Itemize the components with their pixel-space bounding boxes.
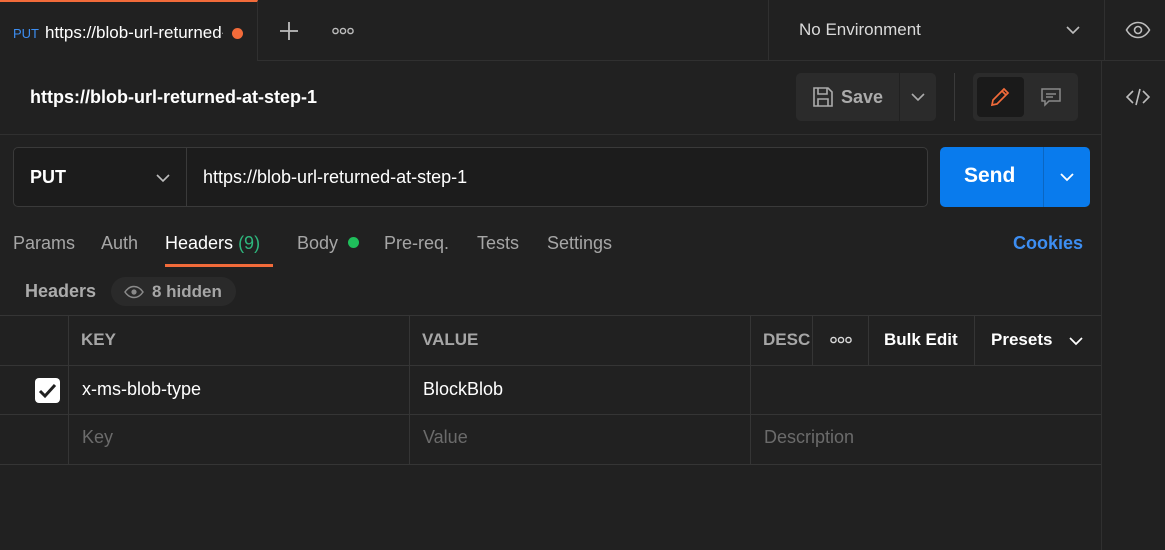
header-key-cell[interactable]: x-ms-blob-type bbox=[82, 379, 201, 400]
column-header-description: DESC bbox=[763, 330, 811, 349]
column-divider bbox=[812, 316, 813, 365]
method-label: PUT bbox=[30, 167, 66, 187]
more-horizontal-icon bbox=[332, 27, 354, 35]
save-icon bbox=[812, 86, 834, 111]
tab-bar: PUT https://blob-url-returned-at-step-1 … bbox=[0, 0, 1165, 61]
active-tab-indicator bbox=[165, 264, 273, 267]
tab-body[interactable]: Body bbox=[297, 233, 338, 254]
code-snippet-button[interactable] bbox=[1124, 85, 1152, 109]
tab-title: https://blob-url-returned-at-step-1 bbox=[45, 23, 223, 42]
new-tab-button[interactable] bbox=[276, 18, 302, 44]
table-bottom-border bbox=[0, 464, 1101, 465]
column-divider bbox=[409, 316, 410, 464]
toolbar-divider bbox=[954, 73, 955, 121]
headers-section-title: Headers bbox=[25, 281, 97, 301]
eye-icon bbox=[1125, 21, 1151, 39]
tab-auth[interactable]: Auth bbox=[101, 233, 138, 254]
chevron-down-icon bbox=[1068, 333, 1084, 352]
save-label: Save bbox=[841, 87, 884, 107]
hidden-headers-label: 8 hidden bbox=[152, 282, 222, 301]
pencil-icon bbox=[989, 86, 1011, 111]
environment-selector[interactable]: No Environment bbox=[768, 0, 1105, 61]
column-divider bbox=[68, 316, 69, 464]
save-options-button[interactable] bbox=[900, 73, 936, 121]
unsaved-dot-icon bbox=[232, 28, 243, 39]
comment-icon bbox=[1040, 86, 1062, 111]
column-divider bbox=[750, 316, 751, 464]
tab-method: PUT bbox=[13, 26, 39, 41]
tab-headers-label: Headers bbox=[165, 233, 234, 253]
chevron-down-icon bbox=[1065, 22, 1081, 41]
tab-headers-count: (9) bbox=[238, 233, 261, 253]
environment-label: No Environment bbox=[799, 20, 921, 39]
view-mode-toggle bbox=[973, 73, 1078, 121]
tab-settings[interactable]: Settings bbox=[547, 233, 612, 254]
column-divider bbox=[974, 316, 975, 365]
environment-quick-look-button[interactable] bbox=[1124, 16, 1152, 44]
url-input[interactable] bbox=[186, 147, 928, 207]
presets-dropdown[interactable]: Presets bbox=[991, 330, 1083, 350]
comments-button[interactable] bbox=[1028, 77, 1074, 117]
body-status-dot-icon bbox=[348, 237, 359, 248]
new-description-input[interactable]: Description bbox=[764, 427, 854, 448]
plus-icon bbox=[280, 22, 298, 40]
cookies-link[interactable]: Cookies bbox=[1013, 233, 1083, 254]
table-row-border bbox=[0, 414, 1101, 415]
tab-headers[interactable]: Headers (9) bbox=[165, 233, 260, 254]
tab-pre-request[interactable]: Pre-req. bbox=[384, 233, 449, 254]
send-button[interactable]: Send bbox=[940, 147, 1043, 207]
new-value-input[interactable]: Value bbox=[423, 427, 468, 448]
column-divider bbox=[868, 316, 869, 365]
edit-mode-button[interactable] bbox=[977, 77, 1024, 117]
column-header-value: VALUE bbox=[422, 330, 479, 349]
send-label: Send bbox=[964, 164, 1016, 187]
column-header-key: KEY bbox=[81, 330, 116, 349]
request-tab[interactable]: PUT https://blob-url-returned-at-step-1 bbox=[0, 0, 258, 61]
header-divider bbox=[0, 134, 1101, 135]
hidden-headers-toggle[interactable]: 8 hidden bbox=[111, 277, 236, 306]
chevron-down-icon bbox=[910, 89, 926, 108]
save-button[interactable]: Save bbox=[796, 73, 899, 121]
checkmark-icon bbox=[38, 383, 57, 399]
code-icon bbox=[1125, 88, 1151, 106]
chevron-down-icon bbox=[1059, 169, 1075, 188]
table-top-border bbox=[0, 315, 1101, 316]
right-sidebar bbox=[1101, 61, 1165, 550]
tab-options-button[interactable] bbox=[328, 18, 358, 44]
tab-tests[interactable]: Tests bbox=[477, 233, 519, 254]
more-horizontal-icon bbox=[830, 336, 852, 344]
tab-params[interactable]: Params bbox=[13, 233, 75, 254]
chevron-down-icon bbox=[155, 170, 171, 189]
table-header-border bbox=[0, 365, 1101, 366]
column-options-button[interactable] bbox=[826, 331, 856, 349]
new-key-input[interactable]: Key bbox=[82, 427, 113, 448]
bulk-edit-button[interactable]: Bulk Edit bbox=[884, 330, 958, 350]
send-options-button[interactable] bbox=[1043, 147, 1090, 207]
method-select[interactable]: PUT bbox=[13, 147, 187, 207]
presets-label: Presets bbox=[991, 330, 1053, 349]
eye-icon bbox=[124, 285, 144, 302]
request-name[interactable]: https://blob-url-returned-at-step-1 bbox=[30, 87, 317, 108]
header-value-cell[interactable]: BlockBlob bbox=[423, 379, 503, 400]
row-enabled-checkbox[interactable] bbox=[35, 378, 60, 403]
